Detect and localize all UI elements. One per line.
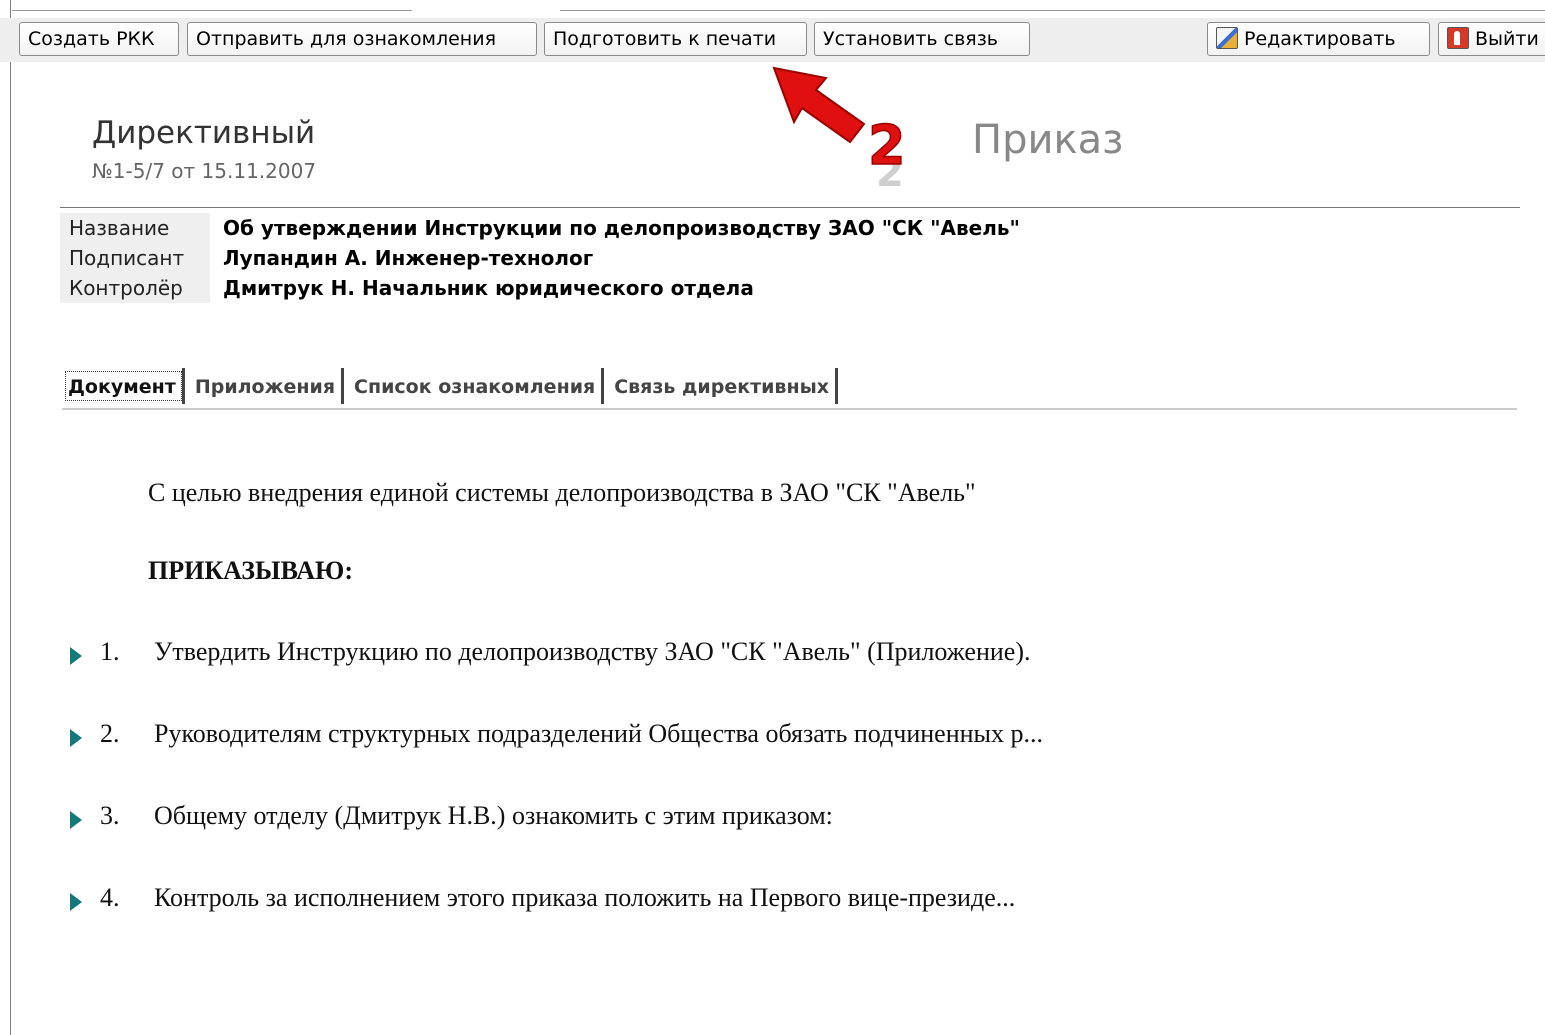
tab-attachments[interactable]: Приложения xyxy=(189,368,345,404)
create-rkk-label: Создать РКК xyxy=(28,28,155,50)
tab-document[interactable]: Документ xyxy=(62,368,185,404)
edit-label: Редактировать xyxy=(1244,28,1396,50)
doc-number: №1-5/7 от 15.11.2007 xyxy=(92,159,317,183)
item-number: 4. xyxy=(100,883,120,912)
exit-label: Выйти xyxy=(1475,28,1539,50)
prepare-print-button[interactable]: Подготовить к печати xyxy=(544,22,807,56)
set-link-button[interactable]: Установить связь xyxy=(814,22,1030,56)
set-link-label: Установить связь xyxy=(823,28,999,50)
item-text: Контроль за исполнением этого приказа по… xyxy=(154,883,1016,912)
doc-kind: Директивный xyxy=(92,115,316,151)
annotation-arrow-icon: 2 xyxy=(772,66,906,178)
item-text: Утвердить Инструкцию по делопроизводству… xyxy=(154,637,1031,666)
expand-arrow-icon[interactable] xyxy=(70,811,82,829)
item-text: Руководителям структурных подразделений … xyxy=(154,719,1044,748)
document-intro: С целью внедрения единой системы делопро… xyxy=(148,478,976,507)
expand-arrow-icon[interactable] xyxy=(70,647,82,665)
edit-button[interactable]: Редактировать xyxy=(1207,22,1430,56)
tab-directive-links[interactable]: Связь директивных xyxy=(608,368,839,404)
item-number: 3. xyxy=(100,801,120,830)
top-divider xyxy=(560,10,1545,11)
send-for-review-label: Отправить для ознакомления xyxy=(196,28,497,50)
expand-arrow-icon[interactable] xyxy=(70,729,82,747)
exit-icon xyxy=(1447,27,1469,49)
edit-icon xyxy=(1216,27,1238,49)
property-value: Об утверждении Инструкции по делопроизво… xyxy=(223,216,1020,240)
property-label: Контролёр xyxy=(60,273,210,303)
prepare-print-label: Подготовить к печати xyxy=(553,28,777,50)
property-value: Дмитрук Н. Начальник юридического отдела xyxy=(223,276,754,300)
property-value: Лупандин А. Инженер-технолог xyxy=(223,246,594,270)
tab-bar: Документ Приложения Список ознакомления Свя… xyxy=(62,368,842,408)
doc-type: Приказ xyxy=(972,117,1124,163)
property-label: Название xyxy=(60,213,210,243)
annotation-number: 2 xyxy=(868,114,906,177)
item-number: 2. xyxy=(100,719,120,748)
window-left-border xyxy=(10,0,11,1035)
item-number: 1. xyxy=(100,637,120,666)
property-label: Подписант xyxy=(60,243,210,273)
item-text: Общему отделу (Дмитрук Н.В.) ознакомить … xyxy=(154,801,833,830)
create-rkk-button[interactable]: Создать РКК xyxy=(19,22,179,56)
exit-button[interactable]: Выйти xyxy=(1438,22,1545,56)
tab-bar-divider xyxy=(62,408,1517,410)
expand-arrow-icon[interactable] xyxy=(70,893,82,911)
tab-review-list[interactable]: Список ознакомления xyxy=(348,368,605,404)
document-view: Создать РКК Отправить для ознакомления П… xyxy=(0,0,1545,1035)
header-divider xyxy=(60,207,1520,208)
send-for-review-button[interactable]: Отправить для ознакомления xyxy=(187,22,537,56)
top-divider xyxy=(12,10,412,11)
order-word: ПРИКАЗЫВАЮ: xyxy=(148,556,353,585)
